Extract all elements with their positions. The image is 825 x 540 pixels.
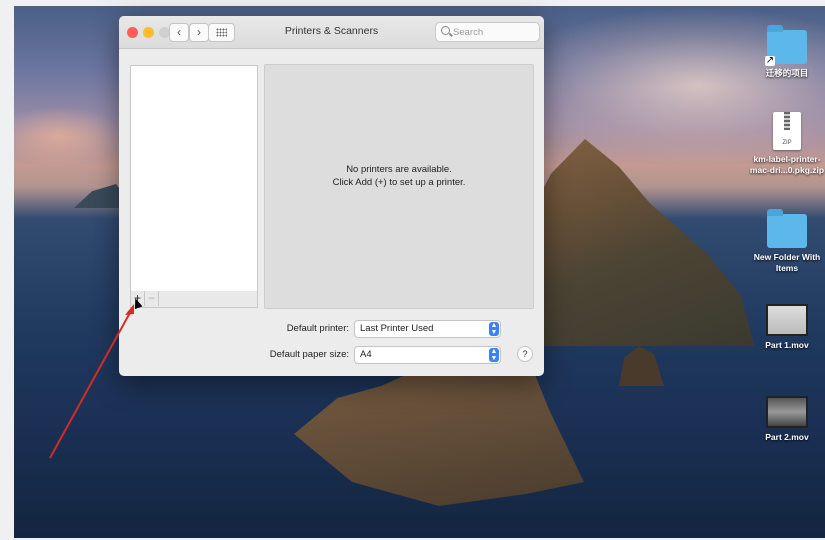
printer-list[interactable]	[130, 65, 258, 292]
wallpaper-clouds-left	[14, 106, 124, 166]
desktop-item-label: km-label-printer-mac-dri...0.pkg.zip	[749, 154, 825, 175]
printer-detail-pane: No printers are available. Click Add (+)…	[264, 64, 534, 309]
default-paper-select[interactable]: A4 ▲ ▼	[354, 346, 501, 364]
title-bar: ‹ › Printers & Scanners	[119, 16, 544, 49]
zip-file-icon: ZIP	[773, 112, 801, 150]
wallpaper-rock	[619, 346, 664, 386]
desktop-item-part1-mov[interactable]: Part 1.mov	[748, 304, 825, 351]
default-paper-value: A4	[360, 349, 372, 360]
desktop-item-new-folder[interactable]: New Folder With Items	[748, 209, 825, 274]
remove-printer-button[interactable]: –	[145, 291, 159, 306]
desktop-item-label: 迁移的项目	[765, 68, 809, 78]
default-printer-row: Default printer: Last Printer Used ▲ ▼	[119, 320, 544, 338]
default-printer-select[interactable]: Last Printer Used ▲ ▼	[354, 320, 501, 338]
empty-message-line2: Click Add (+) to set up a printer.	[332, 177, 466, 188]
printers-scanners-window: ‹ › Printers & Scanners + – No printers …	[119, 16, 544, 376]
desktop-item-label: Part 1.mov	[765, 340, 809, 350]
search-field[interactable]	[435, 22, 540, 42]
search-input[interactable]	[451, 24, 535, 40]
desktop-item-migrated-folder[interactable]: ↗ 迁移的项目	[748, 25, 825, 79]
chevron-updown-icon: ▲ ▼	[489, 348, 499, 362]
printer-list-toolbar: + –	[130, 291, 258, 308]
folder-icon	[767, 209, 807, 248]
empty-message-line1: No printers are available.	[346, 164, 452, 175]
desktop-item-label: Part 2.mov	[765, 432, 809, 442]
desktop-item-label: New Folder With Items	[753, 252, 821, 273]
movie-file-icon	[766, 396, 808, 428]
default-printer-label: Default printer:	[286, 323, 349, 334]
no-printers-message: No printers are available. Click Add (+)…	[265, 163, 533, 189]
folder-alias-icon: ↗	[765, 25, 807, 66]
default-paper-label: Default paper size:	[269, 349, 349, 360]
desktop-item-zip[interactable]: ZIP km-label-printer-mac-dri...0.pkg.zip	[748, 112, 825, 176]
desktop-item-part2-mov[interactable]: Part 2.mov	[748, 396, 825, 443]
default-paper-row: Default paper size: A4 ▲ ▼	[119, 346, 544, 364]
movie-file-icon	[766, 304, 808, 336]
help-button[interactable]: ?	[517, 346, 533, 362]
search-icon	[441, 26, 450, 35]
chevron-updown-icon: ▲ ▼	[489, 322, 499, 336]
default-printer-value: Last Printer Used	[360, 323, 434, 334]
